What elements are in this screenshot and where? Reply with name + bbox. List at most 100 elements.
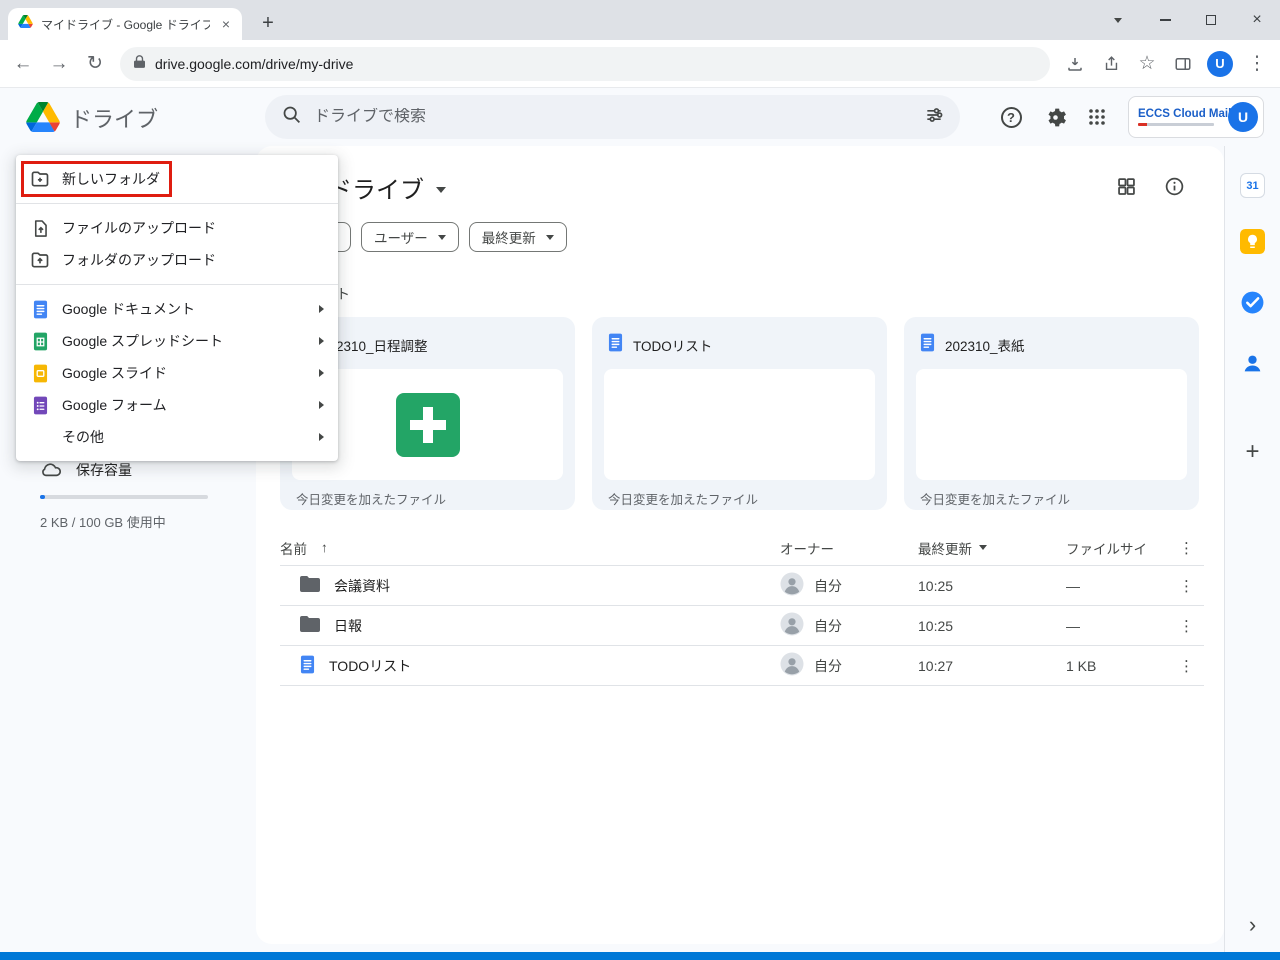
gear-icon (1044, 106, 1067, 129)
menu-item-google-slides[interactable]: Google スライド (16, 357, 338, 389)
files-table: 名前 ↑ オーナー 最終更新 ファイルサイ ⋮ (280, 530, 1204, 686)
search-icon[interactable] (281, 104, 302, 130)
forms-icon (30, 396, 50, 415)
share-button[interactable] (1094, 47, 1128, 81)
chip-label: ユーザー (374, 227, 428, 247)
menu-item-google-forms[interactable]: Google フォーム (16, 389, 338, 421)
collapse-panel-button[interactable]: › (1249, 912, 1256, 938)
new-tab-button[interactable]: + (254, 9, 282, 37)
side-panel-rail: 31 + › (1224, 146, 1280, 952)
window-close-button[interactable]: × (1234, 0, 1280, 40)
folder-icon (300, 576, 320, 595)
row-menu-button[interactable]: ⋮ (1176, 657, 1204, 675)
browser-tab[interactable]: マイドライブ - Google ドライブ × (8, 8, 242, 40)
search-input[interactable] (314, 108, 912, 126)
grid-view-button[interactable] (1116, 176, 1137, 202)
docs-icon (920, 333, 935, 357)
browser-toolbar: ← → ↻ drive.google.com/drive/my-drive ☆ … (0, 40, 1280, 88)
info-button[interactable] (1164, 176, 1185, 202)
suggestion-card[interactable]: 202310_表紙 今日変更を加えたファイル (904, 317, 1199, 510)
sidebar-storage: 保存容量 2 KB / 100 GB 使用中 (40, 460, 216, 531)
submenu-arrow-icon (319, 305, 324, 313)
menu-item-label: Google スプレッドシート (62, 331, 307, 351)
calendar-button[interactable]: 31 (1240, 173, 1265, 198)
storage-progress-fill (40, 495, 45, 499)
search-options-icon[interactable] (924, 105, 944, 130)
menu-divider (16, 203, 338, 204)
menu-item-google-sheets[interactable]: Google スプレッドシート (16, 325, 338, 357)
install-button[interactable] (1058, 47, 1092, 81)
storage-usage-text: 2 KB / 100 GB 使用中 (40, 512, 216, 531)
modified-time: 10:27 (918, 658, 1066, 674)
bookmark-star-button[interactable]: ☆ (1130, 47, 1164, 81)
account-badge[interactable]: ECCS Cloud Mail U (1128, 96, 1264, 138)
new-menu: 新しいフォルダ ファイルのアップロード フォルダのアップロード Google ド… (16, 155, 338, 461)
table-row[interactable]: TODOリスト 自分 10:27 1 KB ⋮ (280, 646, 1204, 686)
chip-label: 最終更新 (482, 227, 536, 247)
maximize-button[interactable] (1188, 0, 1234, 40)
card-title: 202310_表紙 (945, 335, 1025, 355)
help-button[interactable]: ? (991, 97, 1031, 137)
title-caret-icon (436, 187, 446, 193)
profile-avatar[interactable]: U (1207, 51, 1233, 77)
docs-icon (300, 655, 315, 677)
chevron-down-icon (546, 235, 554, 240)
contacts-icon (1240, 351, 1265, 376)
header-name[interactable]: 名前 ↑ (280, 538, 780, 558)
file-size: — (1066, 618, 1176, 634)
menu-item-folder-upload[interactable]: フォルダのアップロード (16, 244, 338, 276)
suggestion-card[interactable]: TODOリスト 今日変更を加えたファイル (592, 317, 887, 510)
eccs-logo-text: ECCS Cloud Mail (1138, 108, 1221, 120)
contacts-button[interactable] (1240, 351, 1265, 381)
filter-chip-people[interactable]: ユーザー (361, 222, 459, 252)
menu-item-file-upload[interactable]: ファイルのアップロード (16, 212, 338, 244)
url-text: drive.google.com/drive/my-drive (155, 56, 353, 72)
side-panel-button[interactable] (1166, 47, 1200, 81)
menu-divider (16, 284, 338, 285)
settings-button[interactable] (1035, 97, 1075, 137)
filter-chip-modified[interactable]: 最終更新 (469, 222, 567, 252)
menu-item-label: Google フォーム (62, 395, 307, 415)
share-icon (1103, 55, 1120, 72)
help-icon: ? (1001, 107, 1022, 128)
header-menu-button[interactable]: ⋮ (1176, 539, 1204, 557)
drive-search-bar[interactable] (265, 95, 960, 139)
menu-item-google-docs[interactable]: Google ドキュメント (16, 293, 338, 325)
browser-window: マイドライブ - Google ドライブ × + × ← → ↻ drive.g… (0, 0, 1280, 960)
menu-item-new-folder[interactable]: 新しいフォルダ (16, 163, 338, 195)
menu-item-more[interactable]: その他 (16, 421, 338, 453)
row-menu-button[interactable]: ⋮ (1176, 577, 1204, 595)
back-button[interactable]: ← (6, 47, 40, 81)
forward-button[interactable]: → (42, 47, 76, 81)
header-modified[interactable]: 最終更新 (918, 538, 1066, 558)
slides-icon (30, 364, 50, 383)
keep-button[interactable] (1240, 229, 1265, 259)
content-card: マイドライブ 種類 ユーザー (256, 146, 1224, 944)
header-owner: オーナー (780, 538, 918, 558)
modified-time: 10:25 (918, 618, 1066, 634)
sheets-thumbnail-icon (396, 393, 460, 457)
tasks-button[interactable] (1240, 290, 1265, 320)
row-menu-button[interactable]: ⋮ (1176, 617, 1204, 635)
menu-item-label: その他 (62, 427, 307, 447)
browser-menu-button[interactable]: ⋮ (1240, 47, 1274, 81)
reload-button[interactable]: ↻ (78, 47, 112, 81)
tab-search-button[interactable] (1106, 8, 1130, 32)
storage-progressbar (40, 495, 208, 499)
minimize-button[interactable] (1142, 0, 1188, 40)
get-addons-button[interactable]: + (1245, 438, 1259, 466)
card-title: TODOリスト (633, 335, 712, 355)
file-size: 1 KB (1066, 658, 1176, 674)
sort-ascending-icon: ↑ (321, 540, 328, 555)
owner-avatar-icon (780, 652, 804, 679)
omnibox[interactable]: drive.google.com/drive/my-drive (120, 47, 1050, 81)
file-upload-icon (30, 219, 50, 238)
tab-close-button[interactable]: × (218, 16, 234, 32)
maximize-icon (1206, 15, 1216, 25)
table-row[interactable]: 会議資料 自分 10:25 — ⋮ (280, 566, 1204, 606)
account-avatar[interactable]: U (1228, 102, 1258, 132)
table-row[interactable]: 日報 自分 10:25 — ⋮ (280, 606, 1204, 646)
apps-grid-button[interactable] (1077, 97, 1117, 137)
sheets-icon (30, 332, 50, 351)
docs-icon (608, 333, 623, 357)
